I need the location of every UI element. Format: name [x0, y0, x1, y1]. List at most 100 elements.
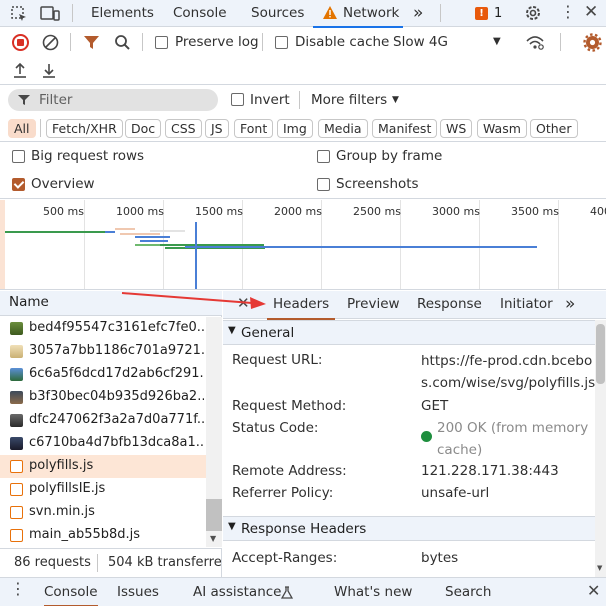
tab-console[interactable]: Console	[173, 0, 227, 27]
export-har-icon[interactable]	[41, 62, 57, 79]
close-drawer-icon[interactable]: ✕	[587, 581, 600, 600]
overview-label: Overview	[31, 176, 95, 192]
search-icon[interactable]	[114, 34, 131, 51]
request-row[interactable]: polyfillsIE.js	[0, 478, 206, 501]
request-row[interactable]: main_ab55b8d.js	[0, 524, 206, 547]
drawer-tab-bar: ⋮ Console Issues AI assistance What's ne…	[0, 577, 606, 606]
tab-sources[interactable]: Sources	[251, 0, 304, 27]
request-method-value: GET	[421, 398, 449, 414]
tab-preview[interactable]: Preview	[347, 291, 400, 319]
request-row-selected[interactable]: polyfills.js	[0, 455, 206, 478]
invert-label: Invert	[250, 92, 290, 108]
tab-elements[interactable]: Elements	[91, 0, 154, 27]
chevron-down-icon[interactable]: ▼	[493, 36, 501, 47]
preserve-log-label: Preserve log	[175, 34, 259, 50]
drawer-tab-search[interactable]: Search	[445, 578, 491, 606]
request-row[interactable]: 6c6a5f6dcd17d2ab6cf291...	[0, 363, 206, 386]
chip-fetch-xhr[interactable]: Fetch/XHR	[46, 119, 123, 138]
group-by-frame-checkbox[interactable]	[317, 150, 330, 163]
chip-ws[interactable]: WS	[440, 119, 473, 138]
devtools-tab-bar: Elements Console Sources Network » ! 1 ⋮…	[0, 0, 606, 28]
timeline-overview[interactable]: 500 ms 1000 ms 1500 ms 2000 ms 2500 ms 3…	[0, 200, 606, 290]
response-headers-section-header[interactable]: ▼ Response Headers	[223, 516, 595, 541]
tab-headers[interactable]: Headers	[266, 291, 336, 320]
list-scrollbar-track[interactable]: ▼	[206, 317, 222, 547]
list-scrollbar-thumb[interactable]	[206, 499, 222, 531]
big-request-rows-checkbox[interactable]	[12, 150, 25, 163]
drawer-tab-console[interactable]: Console	[44, 578, 98, 606]
transferred-size: 504 kB transferred	[108, 555, 221, 570]
timeline-waterfall	[5, 222, 537, 289]
chip-all[interactable]: All	[8, 119, 36, 138]
scroll-down-icon[interactable]: ▼	[597, 564, 602, 572]
close-icon[interactable]: ✕	[584, 2, 598, 22]
request-row[interactable]: c6710ba4d7bfb13dca8a1...	[0, 432, 206, 455]
divider	[299, 91, 300, 109]
chip-img[interactable]: Img	[277, 119, 313, 138]
preserve-log-checkbox[interactable]	[155, 36, 168, 49]
remote-address-label: Remote Address:	[232, 463, 347, 479]
divider	[40, 119, 41, 137]
select-element-icon[interactable]	[10, 5, 28, 23]
scroll-down-icon[interactable]: ▼	[210, 534, 216, 543]
chip-css[interactable]: CSS	[165, 119, 202, 138]
more-filters-dropdown[interactable]: More filters	[311, 92, 387, 108]
more-details-tabs-icon[interactable]: »	[565, 291, 575, 319]
clear-icon[interactable]	[42, 34, 59, 51]
tab-initiator[interactable]: Initiator	[500, 291, 553, 319]
issues-counter[interactable]: ! 1	[475, 6, 502, 21]
request-row[interactable]: 3057a7bb1186c701a9721...	[0, 340, 206, 363]
warning-icon	[323, 6, 337, 19]
settings-gear-icon[interactable]	[524, 4, 542, 22]
chip-media[interactable]: Media	[318, 119, 368, 138]
chevron-down-icon[interactable]: ▼	[392, 95, 399, 105]
chip-other[interactable]: Other	[530, 119, 578, 138]
import-har-icon[interactable]	[12, 62, 28, 79]
tab-response[interactable]: Response	[417, 291, 482, 319]
screenshots-checkbox[interactable]	[317, 178, 330, 191]
general-section-header[interactable]: ▼ General	[223, 320, 595, 345]
request-method-label: Request Method:	[232, 398, 347, 414]
kebab-menu-icon[interactable]: ⋮	[560, 2, 576, 21]
drawer-tab-whats-new[interactable]: What's new	[334, 578, 412, 606]
request-row[interactable]: dfc247062f3a2a7d0a771f...	[0, 409, 206, 432]
drawer-tab-ai-assistance[interactable]: AI assistance	[193, 578, 281, 606]
image-icon	[10, 345, 23, 358]
group-by-frame-label: Group by frame	[336, 148, 443, 164]
throttling-select[interactable]: Slow 4G	[393, 34, 448, 50]
request-row[interactable]: svn.min.js	[0, 501, 206, 524]
status-code-value: 200 OK (from memory cache)	[437, 420, 589, 458]
request-url-label: Request URL:	[232, 352, 323, 368]
tab-network-label: Network	[343, 5, 400, 21]
filter-funnel-icon[interactable]	[84, 35, 99, 50]
divider	[262, 33, 263, 51]
drawer-menu-icon[interactable]: ⋮	[10, 579, 26, 598]
network-toolbar: Preserve log Disable cache Slow 4G ▼	[0, 28, 606, 57]
status-code-label: Status Code:	[232, 420, 319, 436]
chip-font[interactable]: Font	[234, 119, 274, 138]
filter-input[interactable]: Filter	[8, 89, 218, 111]
overview-checkbox[interactable]	[12, 178, 25, 191]
big-request-rows-label: Big request rows	[31, 148, 145, 164]
drawer-tab-issues[interactable]: Issues	[117, 578, 159, 606]
chip-wasm[interactable]: Wasm	[477, 119, 527, 138]
network-settings-gear-icon[interactable]	[583, 33, 602, 52]
request-name: 3057a7bb1186c701a9721...	[29, 343, 204, 358]
request-row[interactable]: b3f30bec04b935d926ba2...	[0, 386, 206, 409]
invert-checkbox[interactable]	[231, 93, 244, 106]
record-stop-icon[interactable]	[12, 34, 29, 51]
request-row[interactable]: bed4f95547c3161efc7fe0...	[0, 317, 206, 340]
chip-js[interactable]: JS	[205, 119, 229, 138]
chip-manifest[interactable]: Manifest	[372, 119, 438, 138]
request-name: polyfillsIE.js	[29, 481, 106, 496]
divider	[560, 33, 561, 51]
chip-doc[interactable]: Doc	[125, 119, 162, 138]
more-tabs-icon[interactable]: »	[413, 0, 423, 27]
referrer-policy-label: Referrer Policy:	[232, 485, 334, 501]
details-scrollbar-thumb[interactable]	[596, 324, 605, 384]
device-toolbar-icon[interactable]	[40, 5, 60, 23]
tab-network[interactable]: Network	[313, 0, 403, 28]
network-conditions-icon[interactable]	[525, 33, 545, 51]
disable-cache-checkbox[interactable]	[275, 36, 288, 49]
divider	[97, 554, 98, 572]
